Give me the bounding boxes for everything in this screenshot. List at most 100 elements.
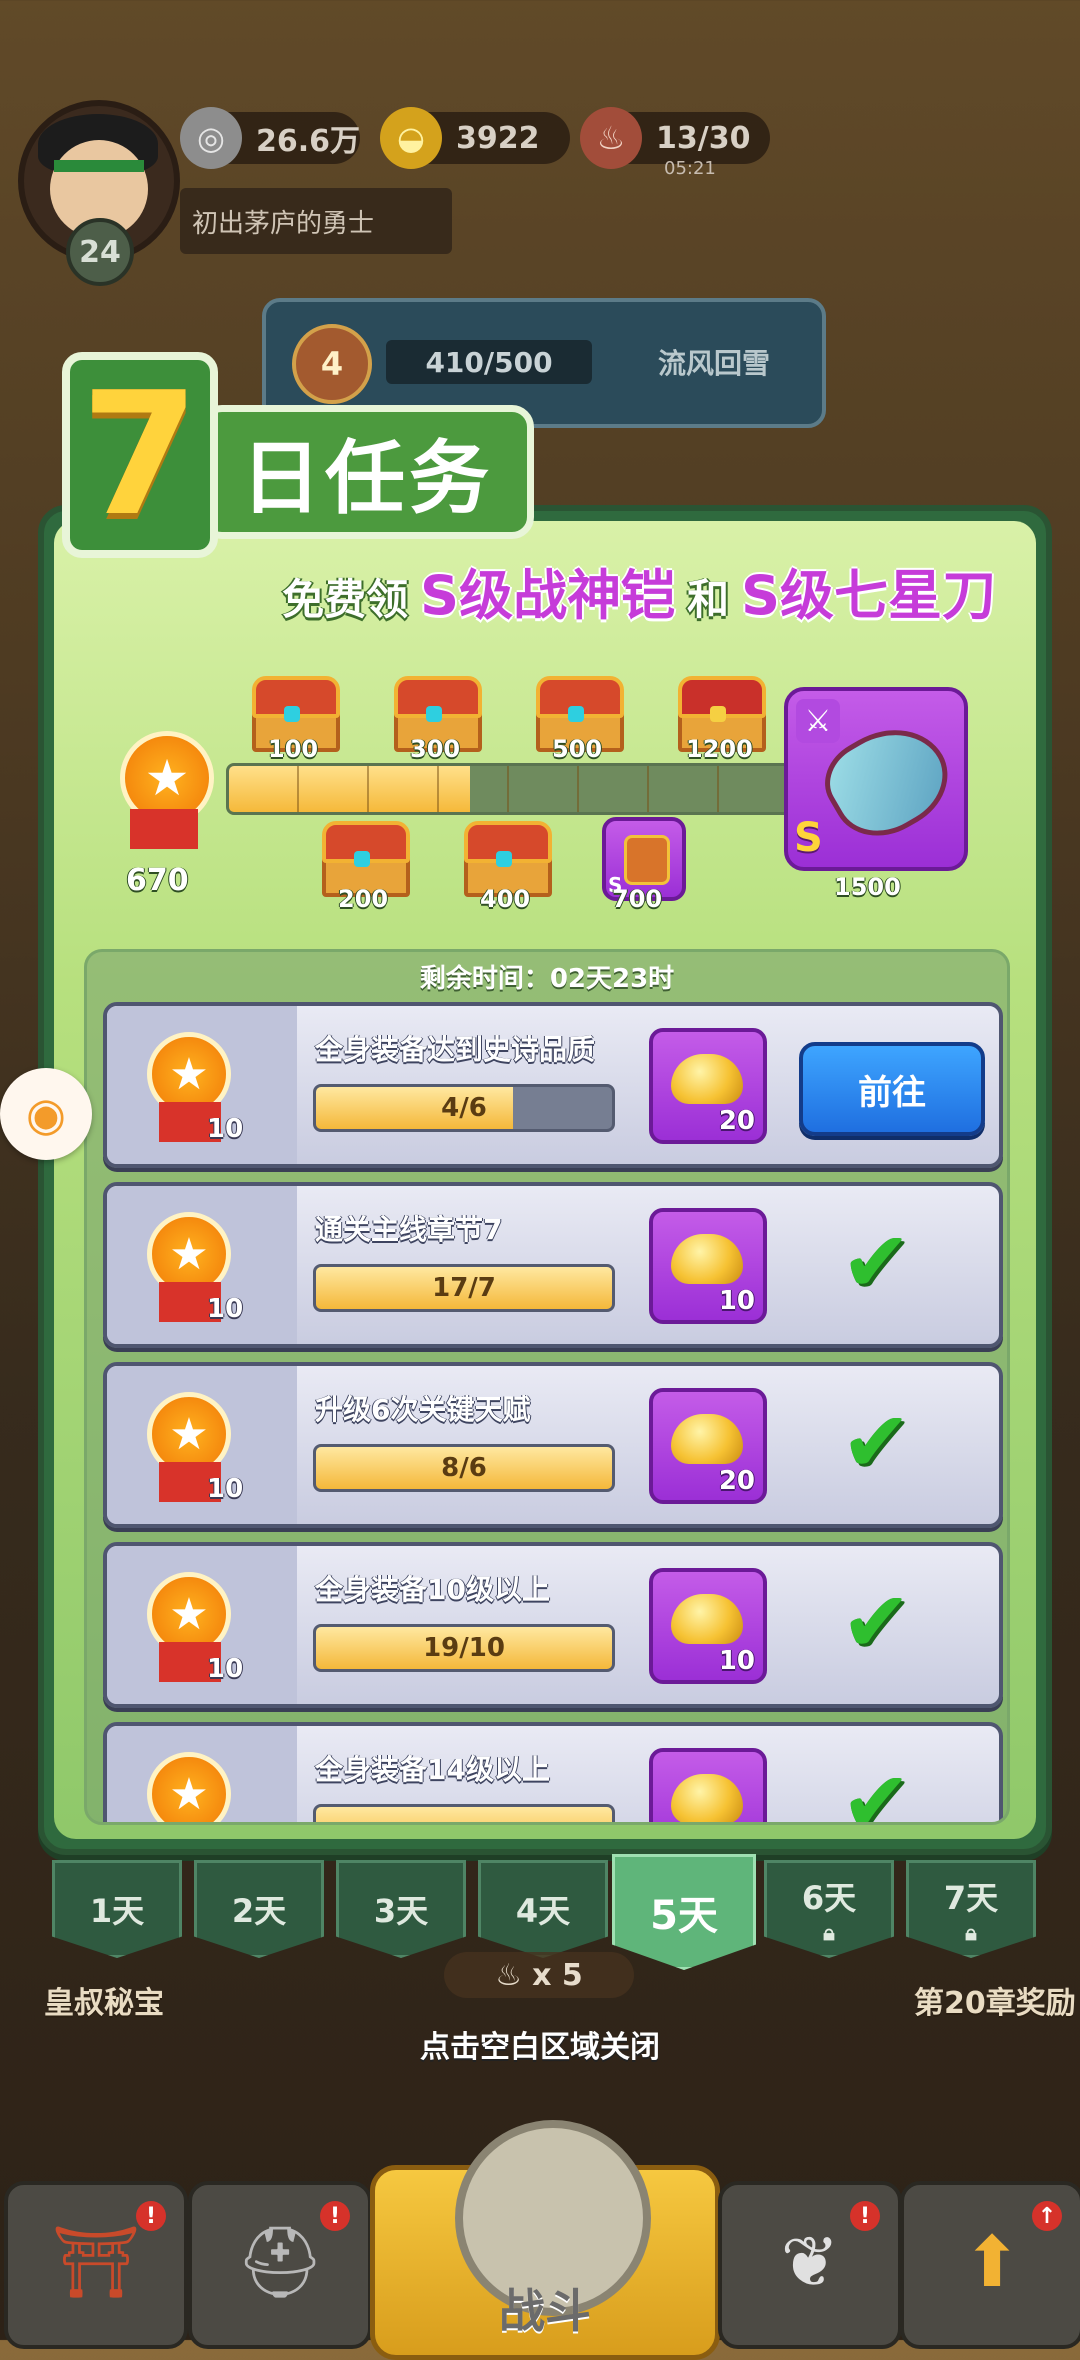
completed-check-icon[interactable]: ✔	[841, 1400, 911, 1484]
meat-icon: ♨	[580, 107, 642, 169]
task-progress-text: 17/7	[432, 1273, 496, 1303]
nav-upgrade-button[interactable]: ⬆ ↑	[900, 2181, 1080, 2349]
current-points: 670	[126, 863, 189, 898]
nav-equipment-button[interactable]: ⛑ !	[188, 2181, 372, 2349]
points-ribbon	[164, 809, 198, 849]
tab-day-5[interactable]: 5天	[612, 1854, 756, 1970]
milestone-progress-bar	[226, 763, 792, 815]
reward-count: 20	[718, 1106, 755, 1136]
alert-badge-icon: !	[136, 2201, 166, 2231]
task-row: ★ 10 全身装备达到史诗品质 4/6 20 前往	[103, 1002, 1003, 1168]
tab-day-7[interactable]: 7天 🔒︎	[906, 1860, 1036, 1958]
gold-counter[interactable]: ◒ 3922	[380, 107, 570, 169]
task-reward[interactable]	[649, 1748, 767, 1822]
medal-count: 10	[207, 1114, 244, 1144]
armor-icon	[624, 835, 670, 885]
nav-skills-button[interactable]: ❦ !	[718, 2181, 902, 2349]
day-tabs: 1天 2天 3天 4天 5天 6天 🔒︎ 7天 🔒︎	[52, 1854, 1036, 1970]
task-name: 全身装备10级以上	[315, 1573, 550, 1606]
alert-badge-icon: !	[850, 2201, 880, 2231]
tab-label: 3天	[373, 1892, 429, 1930]
meat-count: x 5	[532, 1957, 583, 1993]
gate-icon: ⛩	[51, 2221, 141, 2303]
milestone-label: 400	[480, 885, 531, 913]
medal-ribbon	[187, 1822, 221, 1825]
player-level-badge: 24	[66, 218, 134, 286]
remaining-time: 剩余时间：02天23时	[419, 964, 675, 994]
tab-label: 6天	[801, 1878, 857, 1917]
panel-title: 日任务	[200, 405, 534, 539]
gold-ingot-icon	[671, 1234, 743, 1284]
task-reward[interactable]: 20	[649, 1028, 767, 1144]
task-reward[interactable]: 10	[649, 1208, 767, 1324]
nav-shop-button[interactable]: ⛩ !	[4, 2181, 188, 2349]
reward-count: 20	[718, 1466, 755, 1496]
gold-ingot-icon	[671, 1774, 743, 1822]
progress-divider	[437, 766, 439, 812]
tab-day-2[interactable]: 2天	[194, 1860, 324, 1958]
panel-subtitle: 免费领 S级战神铠 和 S级七星刀	[54, 551, 1036, 630]
reward-count: 10	[718, 1646, 755, 1676]
grand-prize-blade[interactable]: ⚔ S	[784, 687, 968, 871]
medal-count: 10	[207, 1294, 244, 1324]
stage-progress-text: 410/500	[386, 340, 592, 384]
stamina-counter[interactable]: ♨ 13/30	[580, 107, 770, 169]
progress-divider	[367, 766, 369, 812]
upgrade-icon: ⬆	[962, 2221, 1022, 2303]
task-progress-bar: 4/6	[313, 1084, 615, 1132]
milestone-chest-400[interactable]	[460, 821, 552, 897]
bg-label-right: 第20章奖励	[914, 1986, 1076, 2021]
task-name: 升级6次关键天赋	[315, 1393, 531, 1426]
task-progress-text: 8/6	[441, 1453, 487, 1483]
task-progress-text: 19/10	[423, 1633, 505, 1663]
progress-divider	[717, 766, 719, 812]
gamepad-icon[interactable]: ◉	[0, 1068, 92, 1160]
lock-icon: 🔒︎	[823, 1920, 835, 1946]
completed-check-icon[interactable]: ✔	[841, 1580, 911, 1664]
sword-icon: ⚔	[796, 699, 840, 743]
task-progress-bar: 8/6	[313, 1444, 615, 1492]
battle-label: 战斗	[499, 2284, 591, 2338]
meat-cost-pill: ♨ x 5	[444, 1952, 634, 1998]
tab-day-6[interactable]: 6天 🔒︎	[764, 1860, 894, 1958]
medal-ribbon	[159, 1822, 193, 1825]
milestone-label: 200	[338, 885, 389, 913]
silver-counter[interactable]: ◎ 26.6万	[180, 107, 360, 169]
completed-check-icon[interactable]: ✔	[841, 1220, 911, 1304]
tab-day-1[interactable]: 1天	[52, 1860, 182, 1958]
progress-divider	[647, 766, 649, 812]
tab-day-4[interactable]: 4天	[478, 1860, 608, 1958]
task-list[interactable]: 剩余时间：02天23时 ★ 10 全身装备达到史诗品质 4/6 20 前往 ★ …	[84, 949, 1010, 1825]
bg-label-left: 皇叔秘宝	[44, 1986, 164, 2021]
completed-check-icon[interactable]: ✔	[841, 1760, 911, 1822]
milestone-chest-200[interactable]	[318, 821, 410, 897]
go-button[interactable]: 前往	[799, 1042, 985, 1136]
grand-prize-grade: S	[794, 815, 823, 861]
medal-count: 10	[207, 1474, 244, 1504]
gold-value: 3922	[456, 120, 540, 156]
silver-coin-icon: ◎	[180, 107, 242, 169]
task-row: ★ 10 全身装备10级以上 19/10 10 ✔	[103, 1542, 1003, 1708]
task-row: ★ 10 升级6次关键天赋 8/6 20 ✔	[103, 1362, 1003, 1528]
task-name: 通关主线章节7	[315, 1213, 503, 1246]
alert-badge-icon: ↑	[1032, 2201, 1062, 2231]
milestone-label: 500	[552, 735, 603, 763]
close-hint[interactable]: 点击空白区域关闭	[0, 2022, 1080, 2066]
gold-ingot-icon	[671, 1054, 743, 1104]
tab-day-3[interactable]: 3天	[336, 1860, 466, 1958]
alert-badge-icon: !	[320, 2201, 350, 2231]
milestone-label: 700	[612, 885, 663, 913]
medal-count: 10	[207, 1654, 244, 1684]
points-ribbon	[130, 809, 164, 849]
task-reward[interactable]: 10	[649, 1568, 767, 1684]
task-row: ★ 全身装备14级以上 ✔	[103, 1722, 1003, 1825]
task-reward[interactable]: 20	[649, 1388, 767, 1504]
reward-name-armor: S级战神铠	[420, 564, 676, 627]
tab-label: 5天	[650, 1893, 718, 1939]
task-progress-text	[316, 1807, 612, 1822]
grand-prize-points: 1500	[834, 873, 901, 901]
meat-icon: ♨	[495, 1957, 523, 1993]
nav-battle-button[interactable]: 战斗	[370, 2120, 720, 2360]
task-progress-bar: 17/7	[313, 1264, 615, 1312]
seven-day-task-panel: 免费领 S级战神铠 和 S级七星刀 ★ 670 100 300 500 1200	[38, 505, 1052, 1855]
